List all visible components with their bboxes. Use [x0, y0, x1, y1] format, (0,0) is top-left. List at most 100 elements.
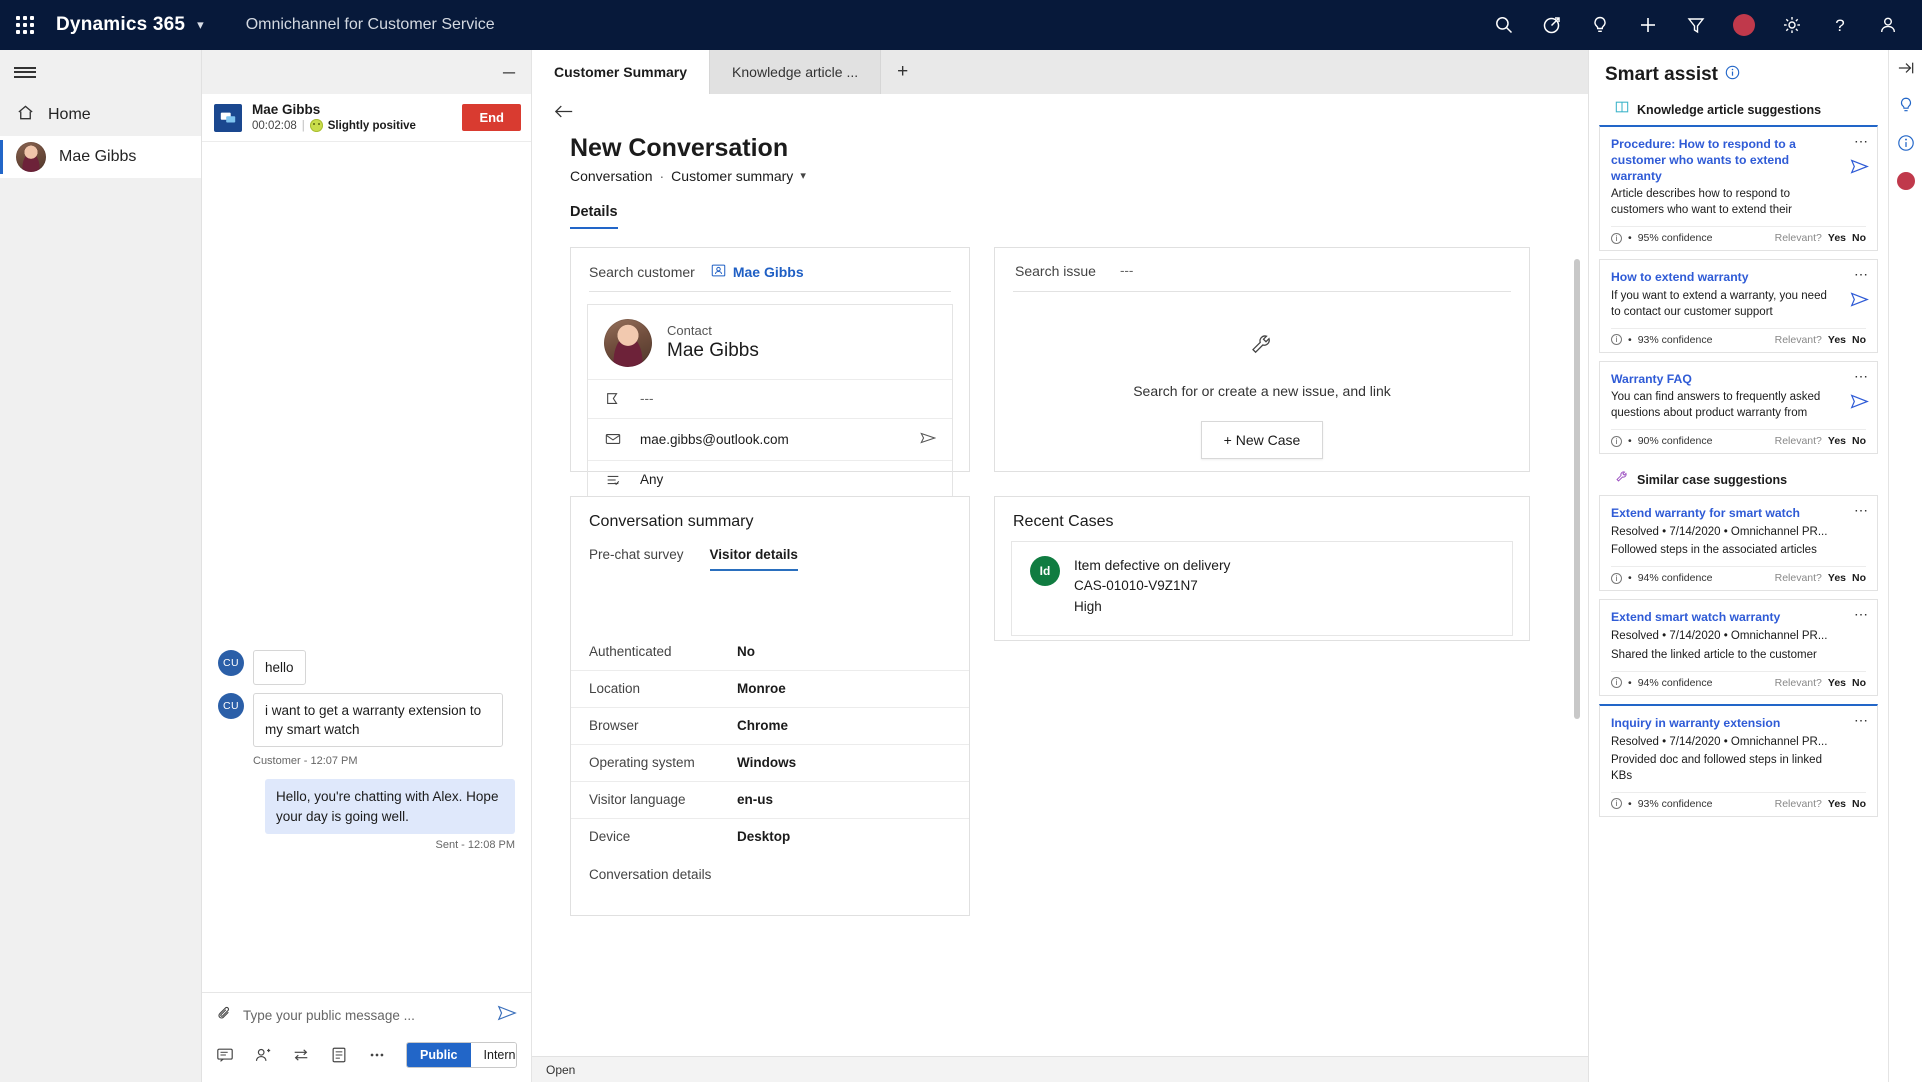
relevant-yes-button[interactable]: Yes [1828, 435, 1846, 447]
send-icon[interactable] [497, 1003, 517, 1028]
card-title[interactable]: Procedure: How to respond to a customer … [1611, 136, 1866, 184]
tab-details[interactable]: Details [570, 204, 618, 229]
detail-value: Chrome [737, 718, 789, 734]
hamburger-menu-button[interactable] [0, 50, 201, 94]
message-input[interactable] [243, 1008, 487, 1023]
section-label: Knowledge article suggestions [1637, 102, 1822, 117]
mode-internal-option[interactable]: Internal [470, 1043, 516, 1067]
more-options-icon[interactable]: ⋯ [1854, 134, 1869, 148]
contact-row: --- [588, 378, 952, 418]
similar-case-card[interactable]: ⋯ Extend warranty for smart watch Resolv… [1599, 495, 1878, 592]
similar-case-card[interactable]: ⋯ Inquiry in warranty extension Resolved… [1599, 703, 1878, 817]
conversation-duration: 00:02:08 [252, 119, 297, 132]
more-options-icon[interactable] [368, 1046, 386, 1064]
search-issue-value[interactable]: --- [1120, 263, 1134, 278]
card-title[interactable]: How to extend warranty [1611, 269, 1866, 285]
bullet: • [1628, 435, 1632, 448]
table-row: Location Monroe [571, 669, 969, 707]
relevant-no-button[interactable]: No [1852, 232, 1866, 244]
search-icon[interactable] [1480, 0, 1528, 50]
rail-presence-dot[interactable] [1896, 172, 1915, 190]
breadcrumb-form[interactable]: Customer summary [671, 168, 793, 184]
info-icon[interactable]: i [1611, 435, 1622, 447]
mode-public-option[interactable]: Public [407, 1043, 471, 1067]
account-icon[interactable] [1864, 0, 1912, 50]
smart-assist-rail-icon[interactable] [1897, 96, 1915, 114]
more-options-icon[interactable]: ⋯ [1854, 713, 1869, 727]
tab-pre-chat-survey[interactable]: Pre-chat survey [589, 547, 684, 571]
more-options-icon[interactable]: ⋯ [1854, 369, 1869, 383]
message-avatar: CU [218, 693, 244, 720]
card-footer: i • 94% confidence Relevant? Yes No [1611, 566, 1866, 590]
relevant-yes-button[interactable]: Yes [1828, 232, 1846, 244]
more-options-icon[interactable]: ⋯ [1854, 503, 1869, 517]
customer-chip[interactable]: Mae Gibbs [711, 263, 804, 281]
info-icon[interactable]: i [1611, 334, 1622, 346]
help-icon[interactable]: ? [1816, 0, 1864, 50]
attachment-icon[interactable] [216, 1005, 233, 1027]
more-options-icon[interactable]: ⋯ [1854, 607, 1869, 621]
back-arrow-icon[interactable] [554, 103, 574, 125]
relevant-no-button[interactable]: No [1852, 798, 1866, 810]
detail-key: Authenticated [589, 643, 672, 659]
add-tab-button[interactable]: + [881, 50, 924, 94]
relevant-no-button[interactable]: No [1852, 572, 1866, 584]
relevant-yes-button[interactable]: Yes [1828, 677, 1846, 689]
card-footer: i • 94% confidence Relevant? Yes No [1611, 670, 1866, 695]
relevant-yes-button[interactable]: Yes [1828, 572, 1846, 584]
knowledge-article-card[interactable]: ⋯ Procedure: How to respond to a custome… [1599, 125, 1878, 252]
assistant-icon[interactable] [1528, 0, 1576, 50]
relevant-yes-button[interactable]: Yes [1828, 798, 1846, 810]
more-options-icon[interactable]: ⋯ [1854, 267, 1869, 281]
plus-icon[interactable] [1624, 0, 1672, 50]
card-title[interactable]: Extend warranty for smart watch [1611, 505, 1866, 521]
sidebar-item-mae-gibbs[interactable]: Mae Gibbs [0, 136, 201, 178]
chevron-down-icon[interactable]: ▾ [800, 169, 806, 182]
end-conversation-button[interactable]: End [462, 104, 521, 131]
consult-person-icon[interactable] [254, 1046, 272, 1064]
info-rail-icon[interactable] [1897, 134, 1915, 152]
relevant-no-button[interactable]: No [1852, 334, 1866, 346]
tab-visitor-details[interactable]: Visitor details [709, 547, 798, 571]
chevron-down-icon[interactable]: ▾ [197, 17, 204, 33]
presence-dot[interactable] [1720, 0, 1768, 50]
lightbulb-icon[interactable] [1576, 0, 1624, 50]
gear-icon[interactable] [1768, 0, 1816, 50]
info-icon[interactable] [1725, 65, 1740, 85]
info-icon[interactable]: i [1611, 572, 1622, 584]
similar-case-card[interactable]: ⋯ Extend smart watch warranty Resolved •… [1599, 599, 1878, 696]
main-scrollbar[interactable] [1574, 258, 1580, 719]
relevant-no-button[interactable]: No [1852, 677, 1866, 689]
knowledge-article-card[interactable]: ⋯ Warranty FAQ You can find answers to f… [1599, 360, 1878, 455]
card-title[interactable]: Extend smart watch warranty [1611, 609, 1866, 625]
relevant-yes-button[interactable]: Yes [1828, 334, 1846, 346]
filter-icon[interactable] [1672, 0, 1720, 50]
notes-icon[interactable] [330, 1046, 348, 1064]
app-launcher-button[interactable] [0, 0, 50, 50]
relevant-no-button[interactable]: No [1852, 435, 1866, 447]
send-mail-icon[interactable] [920, 430, 937, 449]
expand-panel-icon[interactable] [1897, 60, 1915, 76]
contact-type-label: Contact [667, 323, 712, 339]
detail-key: Operating system [589, 755, 695, 771]
info-icon[interactable]: i [1611, 798, 1622, 810]
quick-replies-icon[interactable] [216, 1046, 234, 1064]
new-case-button[interactable]: + New Case [1200, 420, 1324, 459]
minimize-icon[interactable]: ─ [503, 64, 515, 81]
transfer-icon[interactable] [292, 1046, 310, 1064]
contact-email-value[interactable]: mae.gibbs@outlook.com [640, 432, 902, 447]
case-item-wrapper[interactable]: Id Item defective on delivery CAS-01010-… [1011, 540, 1513, 636]
card-title[interactable]: Warranty FAQ [1611, 371, 1866, 387]
detail-value: Windows [737, 755, 797, 771]
sidebar-item-home[interactable]: Home [0, 94, 201, 136]
send-icon[interactable] [1850, 392, 1869, 416]
send-icon[interactable] [1850, 157, 1869, 181]
tab-knowledge-article[interactable]: Knowledge article ... [710, 50, 882, 94]
knowledge-article-card[interactable]: ⋯ How to extend warranty If you want to … [1599, 259, 1878, 353]
tab-customer-summary[interactable]: Customer Summary [532, 50, 711, 94]
send-icon[interactable] [1850, 290, 1869, 314]
info-icon[interactable]: i [1611, 232, 1622, 244]
relevant-label: Relevant? [1774, 333, 1822, 346]
info-icon[interactable]: i [1611, 677, 1622, 689]
card-title[interactable]: Inquiry in warranty extension [1611, 715, 1866, 731]
